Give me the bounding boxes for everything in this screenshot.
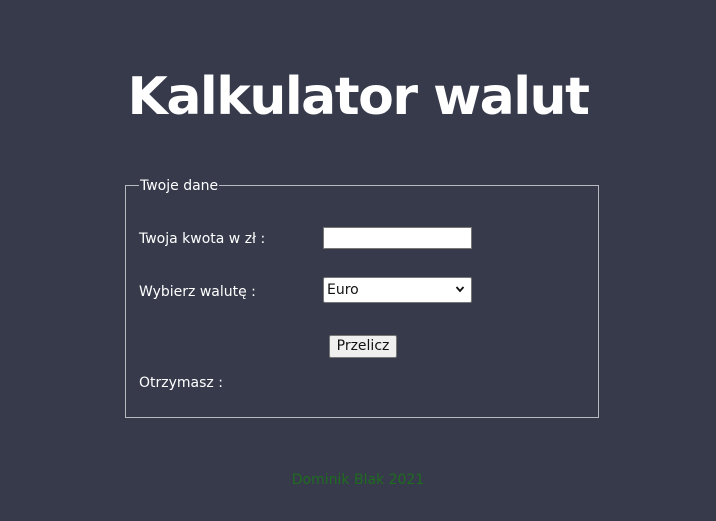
footer-credit: Dominik Blak 2021 [291,472,425,488]
fieldset-legend: Twoje dane [139,176,220,196]
page-title: Kalkulator walut [127,67,590,127]
result-label: Otrzymasz : [139,375,223,391]
calculate-button[interactable]: Przelicz [329,335,397,358]
currency-select[interactable]: Euro [323,277,472,303]
amount-input[interactable] [323,227,472,249]
chevron-down-icon [455,286,465,293]
amount-label: Twoja kwota w zł : [139,231,266,247]
currency-select-value: Euro [327,282,359,298]
currency-label: Wybierz walutę : [139,284,256,300]
